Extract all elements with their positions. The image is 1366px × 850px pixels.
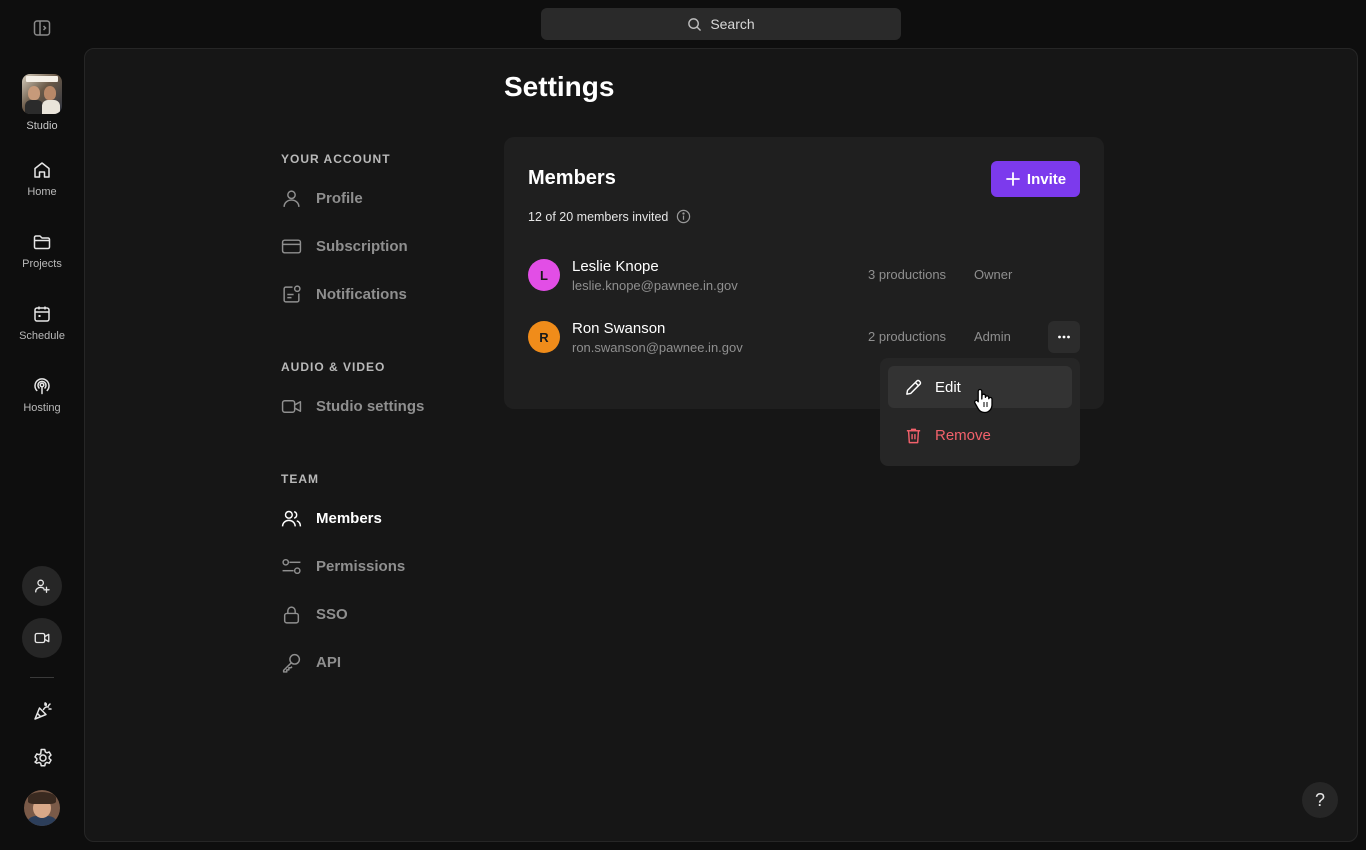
member-email: ron.swanson@pawnee.in.gov <box>572 340 743 355</box>
info-icon[interactable] <box>676 209 691 224</box>
menu-item-label: Edit <box>935 378 961 396</box>
party-popper-icon[interactable] <box>32 700 54 722</box>
user-icon <box>283 189 300 207</box>
invite-guest-button[interactable] <box>22 566 62 606</box>
rail-label-home: Home <box>27 186 57 198</box>
rail-divider <box>30 677 54 678</box>
member-role: Admin <box>974 329 1011 344</box>
notification-icon <box>283 284 301 303</box>
menu-item-label: Remove <box>935 426 991 444</box>
settings-item-permissions[interactable]: Permissions <box>281 554 405 578</box>
plus-icon <box>1006 172 1020 186</box>
member-role: Owner <box>974 267 1013 282</box>
help-button[interactable]: ? <box>1302 782 1338 818</box>
members-count-text: 12 of 20 members invited <box>528 209 669 224</box>
search-placeholder: Search <box>710 16 755 32</box>
member-row[interactable]: R Ron Swanson ron.swanson@pawnee.in.gov … <box>528 317 1080 357</box>
lock-icon <box>283 605 300 624</box>
member-more-button[interactable] <box>1048 321 1080 353</box>
settings-item-notifications[interactable]: Notifications <box>281 282 407 306</box>
member-avatar: R <box>528 321 560 353</box>
page-title: Settings <box>504 71 615 102</box>
settings-item-label: Members <box>316 509 382 527</box>
section-heading-your-account: YOUR ACCOUNT <box>281 152 391 166</box>
settings-item-studio-settings[interactable]: Studio settings <box>281 394 424 418</box>
rail-item-projects[interactable]: Projects <box>0 232 84 270</box>
video-camera-icon <box>34 632 50 644</box>
settings-item-label: Permissions <box>316 557 406 575</box>
settings-item-profile[interactable]: Profile <box>281 186 363 210</box>
section-heading-team: TEAM <box>281 472 319 486</box>
studio-thumbnail <box>22 74 62 114</box>
rail-label-schedule: Schedule <box>19 330 65 342</box>
rail-item-home[interactable]: Home <box>0 160 84 198</box>
settings-item-label: Notifications <box>316 285 407 303</box>
settings-item-label: SSO <box>316 605 348 623</box>
member-avatar: L <box>528 259 560 291</box>
studio-label: Studio <box>26 120 58 132</box>
invite-button[interactable]: Invite <box>991 161 1080 197</box>
rail-label-hosting: Hosting <box>23 402 61 414</box>
studio-switcher[interactable]: Studio <box>22 74 62 132</box>
user-avatar[interactable] <box>24 790 60 826</box>
credit-card-icon <box>281 238 302 254</box>
left-rail: Studio Home Projects Schedule Hosting <box>0 0 84 850</box>
sliders-icon <box>282 558 301 574</box>
member-name: Ron Swanson <box>572 320 666 337</box>
home-icon <box>34 162 50 178</box>
folder-icon <box>33 235 51 250</box>
settings-item-label: Studio settings <box>316 397 425 415</box>
trash-icon <box>906 428 921 443</box>
search-icon <box>688 17 702 31</box>
menu-item-remove[interactable]: Remove <box>888 414 1072 456</box>
members-card-title: Members <box>528 167 616 189</box>
user-plus-icon <box>35 579 50 593</box>
main-panel: Settings YOUR ACCOUNT Profile Subscripti… <box>84 48 1358 842</box>
settings-item-label: API <box>316 653 342 671</box>
calendar-icon <box>34 306 50 322</box>
settings-item-subscription[interactable]: Subscription <box>281 234 408 258</box>
member-row[interactable]: L Leslie Knope leslie.knope@pawnee.in.go… <box>528 255 1080 295</box>
member-productions: 3 productions <box>868 267 947 282</box>
users-icon <box>281 510 302 526</box>
rail-item-hosting[interactable]: Hosting <box>0 376 84 414</box>
settings-item-sso[interactable]: SSO <box>281 602 348 626</box>
sidebar-toggle-icon[interactable] <box>32 18 52 38</box>
app-window: Studio Home Projects Schedule Hosting Se… <box>0 0 1366 850</box>
broadcast-icon <box>34 378 50 395</box>
section-heading-audio-video: AUDIO & VIDEO <box>281 360 386 374</box>
settings-gear-icon[interactable] <box>32 747 54 769</box>
invite-button-label: Invite <box>1026 170 1067 188</box>
member-name: Leslie Knope <box>572 258 659 275</box>
members-count: 12 of 20 members invited <box>528 209 691 224</box>
member-productions: 2 productions <box>868 329 947 344</box>
video-camera-icon <box>281 399 302 413</box>
settings-item-label: Subscription <box>316 237 408 255</box>
member-email: leslie.knope@pawnee.in.gov <box>572 278 738 293</box>
settings-item-members[interactable]: Members <box>281 506 382 530</box>
key-icon <box>282 653 301 673</box>
rail-label-projects: Projects <box>22 258 62 270</box>
settings-item-api[interactable]: API <box>281 650 341 674</box>
pencil-icon <box>906 379 922 395</box>
search-bar[interactable]: Search <box>541 8 901 40</box>
camera-button[interactable] <box>22 618 62 658</box>
rail-item-schedule[interactable]: Schedule <box>0 304 84 342</box>
hand-cursor-icon <box>974 388 993 414</box>
settings-item-label: Profile <box>316 189 363 207</box>
more-horizontal-icon <box>1058 335 1070 339</box>
